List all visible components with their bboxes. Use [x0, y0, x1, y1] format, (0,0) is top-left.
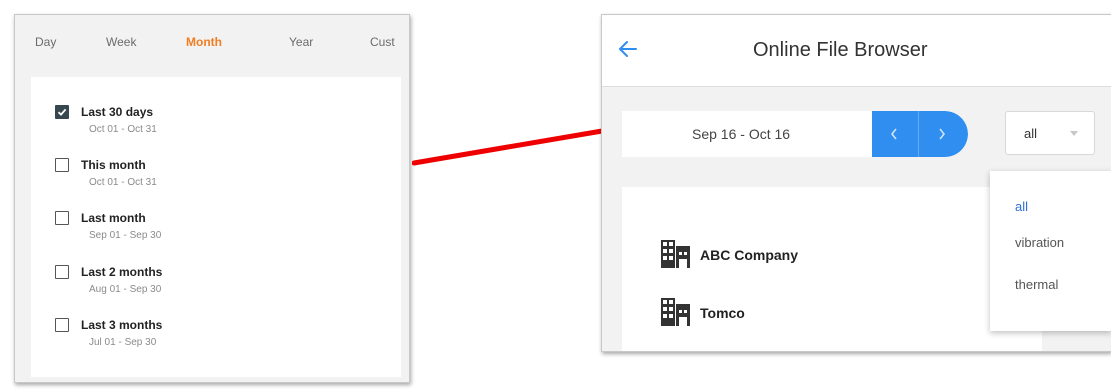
company-list: ABC Company Tomco: [622, 187, 1042, 351]
period-tabs: Day Week Month Year Cust: [15, 15, 409, 73]
type-filter-select[interactable]: all: [1005, 111, 1095, 155]
app-bar: Online File Browser: [602, 15, 1111, 87]
caret-down-icon: [1070, 131, 1078, 136]
dropdown-option-vibration[interactable]: vibration: [1015, 235, 1064, 250]
tab-month[interactable]: Month: [186, 35, 222, 49]
checkbox-icon[interactable]: [55, 211, 69, 225]
range-option-label: Last month: [81, 211, 146, 225]
tab-custom[interactable]: Cust: [370, 35, 395, 49]
next-range-button[interactable]: [918, 111, 968, 157]
checkbox-checked-icon[interactable]: [55, 105, 69, 119]
range-option-label: This month: [81, 158, 146, 172]
date-range-navigator: Sep 16 - Oct 16: [622, 111, 968, 157]
building-icon: [661, 240, 690, 268]
checkbox-icon[interactable]: [55, 318, 69, 332]
range-option-dates: Oct 01 - Oct 31: [89, 177, 157, 188]
tab-year[interactable]: Year: [289, 35, 313, 49]
range-options-card: Last 30 days Oct 01 - Oct 31 This month …: [31, 77, 401, 377]
tab-day[interactable]: Day: [35, 35, 56, 49]
previous-range-button[interactable]: [872, 111, 918, 157]
range-option-dates: Oct 01 - Oct 31: [89, 124, 157, 135]
chevron-right-icon: [939, 128, 946, 140]
back-arrow-icon[interactable]: [618, 39, 638, 59]
checkbox-icon[interactable]: [55, 158, 69, 172]
building-icon: [661, 298, 690, 326]
range-option-dates: Sep 01 - Sep 30: [89, 230, 162, 241]
file-browser-panel: Online File Browser Sep 16 - Oct 16 all: [601, 14, 1111, 352]
range-option-label: Last 30 days: [81, 105, 154, 119]
chevron-left-icon: [890, 128, 897, 140]
checkbox-icon[interactable]: [55, 265, 69, 279]
dropdown-option-thermal[interactable]: thermal: [1015, 277, 1058, 292]
company-name: ABC Company: [700, 247, 799, 263]
filter-selected-value: all: [1024, 126, 1038, 141]
range-option-label: Last 2 months: [81, 265, 163, 279]
range-option-dates: Aug 01 - Sep 30: [89, 284, 162, 295]
filter-dropdown-menu: all vibration thermal: [990, 171, 1111, 331]
date-range-picker-panel: Day Week Month Year Cust Last 30 days Oc…: [14, 14, 410, 383]
page-title: Online File Browser: [753, 39, 928, 61]
tab-week[interactable]: Week: [106, 35, 136, 49]
range-option-label: Last 3 months: [81, 318, 163, 332]
company-name: Tomco: [700, 305, 745, 321]
date-range-label: Sep 16 - Oct 16: [692, 126, 791, 142]
dropdown-option-all[interactable]: all: [1015, 199, 1028, 214]
range-option-dates: Jul 01 - Sep 30: [89, 337, 157, 348]
